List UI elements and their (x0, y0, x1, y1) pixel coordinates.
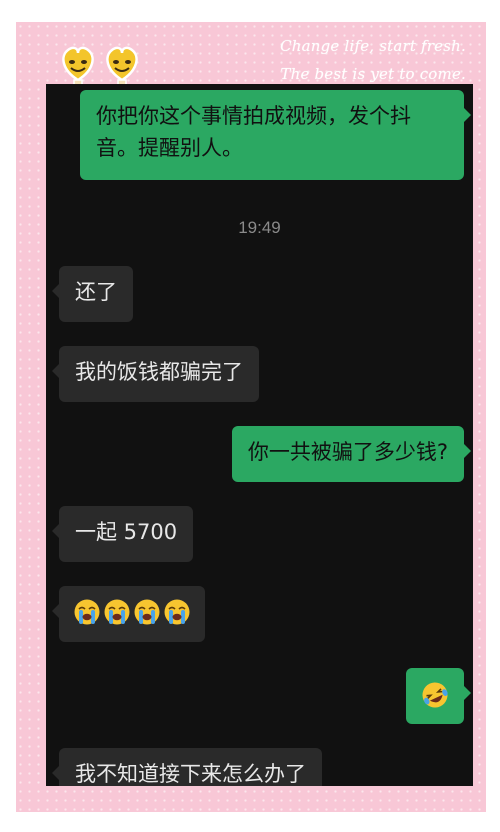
message-bubble-outgoing[interactable] (406, 668, 471, 724)
loudly-crying-face-icon (104, 599, 130, 625)
message-text: 你把你这个事情拍成视频，发个抖音。提醒别人。 (96, 104, 411, 160)
loudly-crying-face-icon (134, 599, 160, 625)
message-text: 一起 5700 (75, 520, 178, 544)
emoji-group (73, 594, 191, 626)
message-text: 我的饭钱都骗完了 (75, 360, 243, 384)
caption-line-1: Change life, start fresh. (280, 37, 466, 55)
message-bubble-incoming[interactable]: 我的饭钱都骗完了 (52, 346, 259, 402)
message-bubble-outgoing[interactable]: 你一共被骗了多少钱? (231, 426, 472, 482)
loudly-crying-face-icon (74, 599, 100, 625)
decor-caption: Change life, start fresh. The best is ye… (216, 32, 466, 88)
message-bubble-incoming[interactable]: 一起 5700 (51, 506, 194, 562)
message-text: 还了 (75, 280, 117, 304)
chat-timestamp: 19:49 (238, 218, 281, 237)
chat-screen: 你把你这个事情拍成视频，发个抖音。提醒别人。 19:49 还了 我的饭钱都骗完了… (46, 84, 473, 786)
rolling-laughing-face-icon (422, 682, 448, 708)
message-bubble-incoming[interactable]: 还了 (52, 266, 133, 322)
message-bubble-incoming[interactable]: 我不知道接下来怎么办了 (52, 748, 322, 786)
message-bubble-outgoing[interactable]: 你把你这个事情拍成视频，发个抖音。提醒别人。 (80, 90, 471, 180)
message-bubble-incoming[interactable] (52, 586, 205, 642)
message-text: 我不知道接下来怎么办了 (75, 762, 306, 786)
loudly-crying-face-icon (164, 599, 190, 625)
message-text: 你一共被骗了多少钱? (247, 440, 448, 464)
